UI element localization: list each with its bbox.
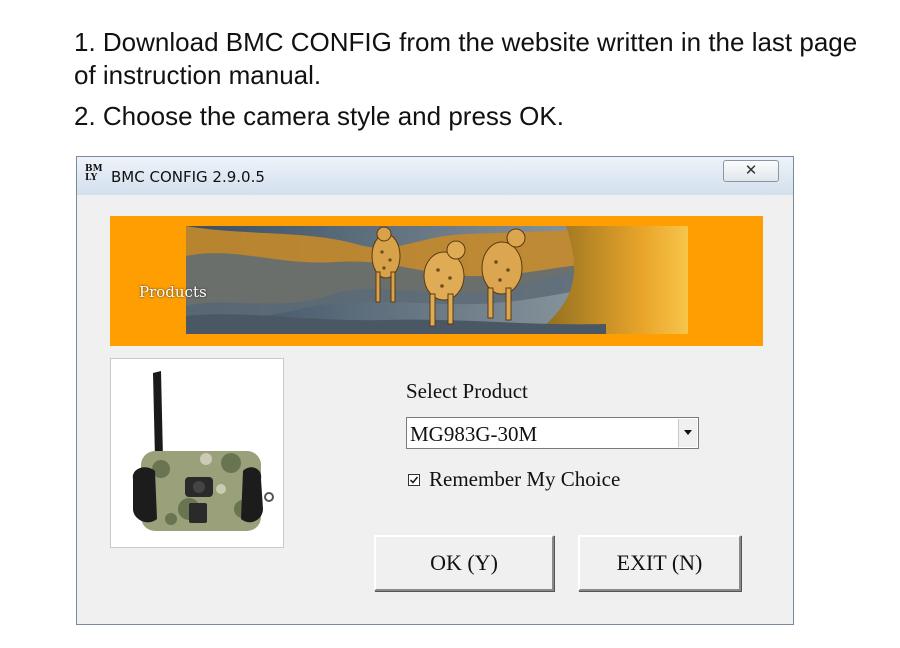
window-title: BMC CONFIG 2.9.0.5 [111,168,265,186]
app-logo-icon: BM LY [85,165,105,187]
exit-button[interactable]: EXIT (N) [578,535,741,591]
selected-product-value: MG983G-30M [410,422,538,446]
chevron-down-icon [684,430,692,435]
banner-products-label: Products [139,283,207,301]
dialog-body: Products Select Product MG983G-30M Remem… [81,195,789,620]
camera-antenna [153,371,163,459]
title-bar[interactable]: BM LY BMC CONFIG 2.9.0.5 ✕ [77,157,793,195]
product-banner: Products [110,216,763,346]
ok-button[interactable]: OK (Y) [374,535,554,591]
select-product-label: Select Product [406,379,528,403]
close-button[interactable]: ✕ [723,160,779,182]
instruction-step-1: 1. Download BMC CONFIG from the website … [74,27,858,90]
bmc-config-window: BM LY BMC CONFIG 2.9.0.5 ✕ Products Sele… [76,156,794,625]
instruction-step-2: 2. Choose the camera style and press OK. [74,101,564,131]
close-icon: ✕ [744,161,758,179]
checkmark-icon [408,474,420,486]
cheetah-banner-image [186,226,688,334]
app-logo-bottom: LY [85,173,98,183]
dropdown-arrow-button[interactable] [678,419,697,447]
camera-image-panel [110,358,284,548]
remember-choice-label: Remember My Choice [429,467,621,491]
trail-camera-image [132,371,274,531]
product-select[interactable]: MG983G-30M [406,417,699,449]
remember-checkbox[interactable] [408,473,420,486]
